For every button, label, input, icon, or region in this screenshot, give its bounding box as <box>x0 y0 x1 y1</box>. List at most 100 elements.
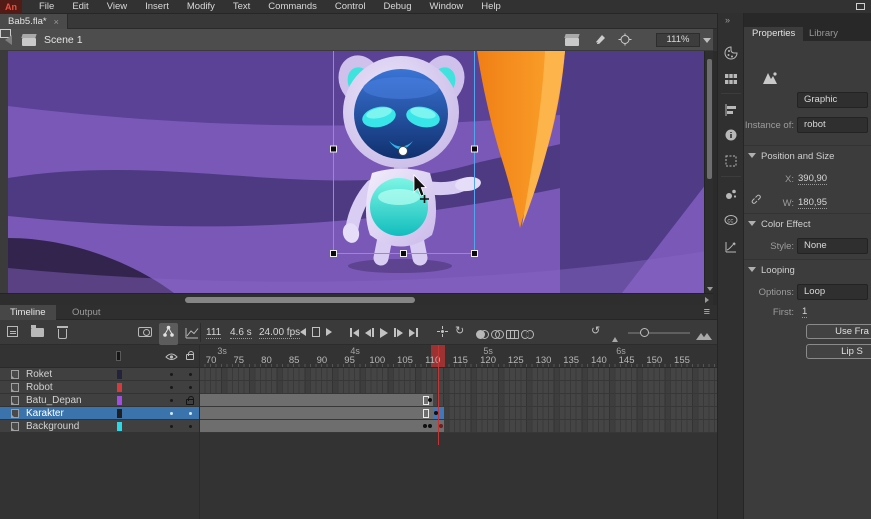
edit-symbols-icon[interactable] <box>594 33 608 46</box>
layer-row-batu_depan[interactable]: Batu_Depan <box>0 394 199 407</box>
transform-panel-icon[interactable] <box>724 154 738 168</box>
show-keyframe-graph-button[interactable] <box>185 326 199 344</box>
layer-outline-color-swatch[interactable] <box>117 370 122 379</box>
cc-libraries-panel-icon[interactable]: cc <box>724 213 738 227</box>
layer-lock-dot[interactable] <box>189 425 192 428</box>
playhead-line[interactable] <box>438 345 439 445</box>
layer-frames-karakter[interactable] <box>199 407 718 420</box>
layer-outline-color-swatch[interactable] <box>117 396 122 405</box>
scrollbar-thumb[interactable] <box>185 297 415 303</box>
instance-name-field[interactable]: robot <box>797 117 868 133</box>
lip-sync-button[interactable]: Lip S <box>806 344 871 359</box>
new-folder-button[interactable] <box>31 326 44 337</box>
center-stage-icon[interactable] <box>618 33 632 46</box>
motion-presets-panel-icon[interactable] <box>724 240 738 254</box>
layer-frames-background[interactable] <box>199 420 718 433</box>
layer-outline-color-swatch[interactable] <box>117 422 122 431</box>
step-forward-button[interactable] <box>326 328 332 336</box>
zoom-level-field[interactable]: 111% <box>656 33 700 47</box>
layer-parenting-button[interactable] <box>159 323 178 345</box>
go-to-last-frame-button[interactable] <box>409 328 418 337</box>
delete-layer-button[interactable] <box>58 326 67 339</box>
menu-modify[interactable]: Modify <box>178 0 224 14</box>
document-tab[interactable]: Bab5.fla* × <box>0 14 68 29</box>
tab-properties[interactable]: Properties <box>744 27 803 41</box>
timeline-zoom-slider[interactable] <box>628 332 690 334</box>
show-hide-all-layers-icon[interactable] <box>165 353 178 361</box>
w-value[interactable]: 180,95 <box>798 197 827 209</box>
menu-window[interactable]: Window <box>421 0 473 14</box>
menu-debug[interactable]: Debug <box>375 0 421 14</box>
zoom-in-frames-icon[interactable] <box>696 327 712 345</box>
lock-all-layers-icon[interactable] <box>186 354 194 360</box>
symbol-type-dropdown[interactable]: Graphic <box>797 92 868 108</box>
step-back-button[interactable] <box>300 328 306 336</box>
edit-multiple-frames-button[interactable] <box>506 326 517 344</box>
back-arrow-icon[interactable] <box>5 35 12 45</box>
layer-outline-color-swatch[interactable] <box>117 409 122 418</box>
window-control-icon[interactable] <box>856 3 865 10</box>
looping-section-header[interactable]: Looping <box>748 265 795 276</box>
stage-horizontal-scrollbar[interactable] <box>0 293 713 305</box>
modify-markers-button[interactable] <box>521 326 532 344</box>
go-to-first-frame-button[interactable] <box>350 328 359 337</box>
layer-lock-icon[interactable] <box>186 399 194 405</box>
edit-scene-icon[interactable] <box>565 34 580 46</box>
loop-playback-button[interactable]: ↻ <box>455 324 464 337</box>
menu-commands[interactable]: Commands <box>259 0 326 14</box>
new-layer-button[interactable] <box>7 326 18 337</box>
onion-skin-outlines-button[interactable] <box>491 326 502 344</box>
layer-row-karakter[interactable]: Karakter <box>0 407 199 420</box>
add-camera-button[interactable] <box>138 326 152 337</box>
layer-frames-batu_depan[interactable] <box>199 394 718 407</box>
layer-lock-dot[interactable] <box>189 373 192 376</box>
brush-library-panel-icon[interactable] <box>724 187 738 201</box>
layer-lock-dot[interactable] <box>189 386 192 389</box>
layer-lock-dot[interactable] <box>189 412 192 415</box>
elapsed-time-value[interactable]: 4.6 s <box>230 327 252 339</box>
info-panel-icon[interactable] <box>724 128 738 142</box>
layer-row-robot[interactable]: Robot <box>0 381 199 394</box>
layer-visibility-dot[interactable] <box>170 412 173 415</box>
tab-timeline[interactable]: Timeline <box>0 305 56 320</box>
scrollbar-thumb[interactable] <box>707 59 712 179</box>
timeline-ruler[interactable]: 3s4s5s6s 7075808590951001051101151201251… <box>199 345 718 368</box>
menu-help[interactable]: Help <box>472 0 510 14</box>
stage[interactable] <box>0 51 713 293</box>
x-value[interactable]: 390,90 <box>798 173 827 185</box>
loop-options-dropdown[interactable]: Loop <box>797 284 868 300</box>
zoom-dropdown-caret-icon[interactable] <box>703 38 711 43</box>
style-dropdown[interactable]: None <box>797 238 868 254</box>
collapse-panels-icon[interactable]: » <box>725 15 730 25</box>
menu-edit[interactable]: Edit <box>63 0 97 14</box>
reset-timeline-zoom-button[interactable]: ↺ <box>591 324 600 337</box>
color-effect-section-header[interactable]: Color Effect <box>748 219 810 230</box>
step-forward-one-frame-button[interactable] <box>394 328 403 337</box>
layer-visibility-dot[interactable] <box>170 399 173 402</box>
timeline-zoom-knob[interactable] <box>640 328 649 337</box>
layer-visibility-dot[interactable] <box>170 425 173 428</box>
menu-insert[interactable]: Insert <box>136 0 178 14</box>
layer-visibility-dot[interactable] <box>170 386 173 389</box>
timeline-frames[interactable] <box>199 368 718 434</box>
menu-view[interactable]: View <box>98 0 136 14</box>
position-size-section-header[interactable]: Position and Size <box>748 151 834 162</box>
tab-library[interactable]: Library <box>801 27 846 41</box>
close-tab-icon[interactable]: × <box>54 17 59 27</box>
tab-output[interactable]: Output <box>62 305 111 320</box>
layer-row-background[interactable]: Background <box>0 420 199 433</box>
color-panel-icon[interactable] <box>724 46 738 60</box>
layer-outline-color-swatch[interactable] <box>117 383 122 392</box>
swatches-panel-icon[interactable] <box>724 72 738 86</box>
stage-vertical-scrollbar[interactable] <box>704 51 713 293</box>
layer-row-roket[interactable]: Roket <box>0 368 199 381</box>
play-button[interactable] <box>380 328 388 338</box>
frame-rate-value[interactable]: 24.00 fps <box>259 327 300 339</box>
layer-frames-robot[interactable] <box>199 381 718 394</box>
layer-visibility-dot[interactable] <box>170 373 173 376</box>
center-frame-button[interactable] <box>436 325 449 343</box>
align-panel-icon[interactable] <box>724 103 738 117</box>
scroll-right-icon[interactable] <box>705 297 709 303</box>
first-frame-value[interactable]: 1 <box>802 306 807 318</box>
menu-control[interactable]: Control <box>326 0 375 14</box>
